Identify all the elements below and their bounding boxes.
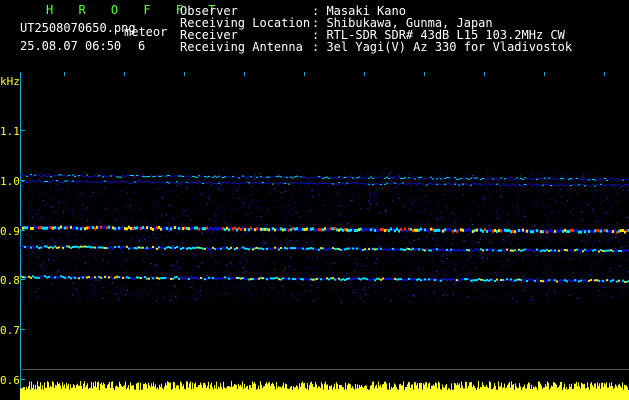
y-tick-label: 1.0 [0, 175, 20, 188]
y-tick-label: 0.7 [0, 324, 20, 337]
antenna-value: : 3el Yagi(V) Az 330 for Vladivostok [312, 40, 573, 54]
mode-label: meteor [124, 25, 168, 39]
y-axis-unit: kHz [0, 75, 20, 88]
spectrogram-screen: H R O F F T UT2508070650.png meteor 25.0… [0, 0, 629, 400]
y-tick-label: 1.1 [0, 125, 20, 138]
y-tick-label: 0.6 [0, 374, 20, 387]
extra-digit: 6 [138, 39, 146, 53]
antenna-label: Receiving Antenna [180, 40, 303, 54]
spectrogram [20, 72, 629, 400]
y-tick-label: 0.8 [0, 274, 20, 287]
file-name: UT2508070650.png [20, 21, 136, 35]
date-time: 25.08.07 06:50 [20, 39, 122, 53]
y-tick-label: 0.9 [0, 225, 20, 238]
